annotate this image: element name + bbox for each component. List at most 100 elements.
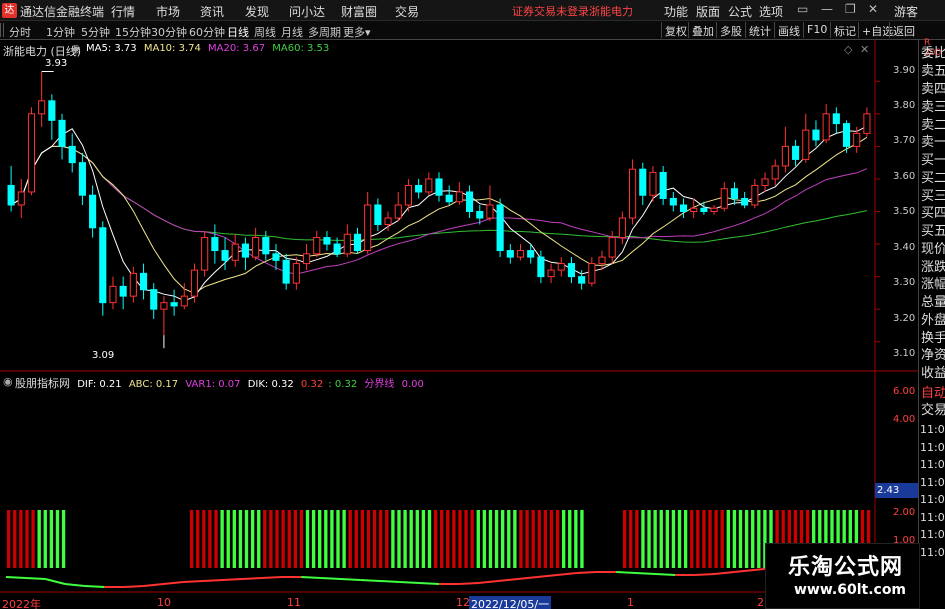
red-bar (519, 510, 523, 568)
y-tick: 3.50 (893, 206, 916, 217)
red-bar (702, 510, 706, 568)
red-bar (19, 510, 23, 568)
back-button[interactable]: 返回 (889, 22, 918, 38)
settings-icon[interactable]: ◉ (71, 42, 81, 55)
green-bar (238, 510, 243, 568)
green-bar (671, 510, 676, 568)
trade-label[interactable]: 交易 (921, 402, 945, 420)
candle-down (537, 256, 545, 278)
x-label: 1 (627, 596, 634, 609)
grip-icon (0, 23, 6, 37)
period-toolbar: 分时 1分钟 5分钟 15分钟 30分钟 60分钟 日线 周线 月线 多周期 更… (0, 21, 945, 40)
ma5-label: MA5: 3.73 (86, 43, 137, 54)
menu-item-caifuquan[interactable]: 财富圈 (341, 3, 377, 20)
red-bar (293, 510, 297, 568)
candle-down (89, 194, 97, 229)
indicator-settings-icon[interactable]: ◉ (3, 375, 13, 388)
red-bar (208, 510, 212, 568)
candle-down (445, 194, 453, 203)
chart-canvas[interactable] (0, 40, 918, 609)
login-warning[interactable]: 证券交易未登录 (512, 3, 589, 19)
candle-down (639, 168, 647, 196)
sell2-label: 卖二 (921, 118, 945, 133)
candle-down (333, 243, 341, 255)
green-bar (311, 510, 316, 568)
candle-down (68, 145, 76, 164)
candle-up (160, 302, 168, 310)
close-icon[interactable]: ✕ (868, 2, 878, 16)
buy1-label: 买一 (921, 153, 945, 168)
dif-segment (5, 576, 26, 579)
menu-item-hangqing[interactable]: 行情 (111, 3, 135, 20)
candle-up (629, 168, 637, 219)
ma10-line (10, 136, 868, 294)
close-panel-icon[interactable]: ✕ (860, 43, 869, 56)
menu-item-gongneng[interactable]: 功能 (664, 3, 688, 20)
green-bar (647, 510, 651, 568)
red-bar (690, 510, 694, 568)
auto-label[interactable]: 自动 (921, 385, 945, 403)
biaoji-button[interactable]: 标记 (830, 22, 859, 38)
red-bar (635, 510, 639, 568)
menu-item-banmian[interactable]: 版面 (696, 3, 720, 20)
fuquan-button[interactable]: 复权 (661, 22, 690, 38)
dif-segment (242, 577, 262, 580)
huaxian-button[interactable]: 画线 (774, 22, 803, 38)
duogu-button[interactable]: 多股 (716, 22, 745, 38)
sell4-label: 卖四 (921, 82, 945, 97)
green-bar (49, 510, 54, 568)
green-bar (305, 510, 310, 568)
dif-segment (261, 576, 282, 579)
menu-item-gongshi[interactable]: 公式 (728, 3, 752, 20)
watermark: 乐淘公式网 www.60lt.com (765, 543, 920, 609)
green-bar (324, 510, 328, 568)
green-bar (482, 510, 487, 568)
period-fenshi[interactable]: 分时 (9, 24, 31, 40)
window-icon[interactable]: ▭ (797, 2, 808, 16)
dif-segment (340, 578, 361, 581)
y-tick: 3.90 (893, 65, 916, 76)
green-bar (500, 510, 505, 568)
green-bar (580, 510, 584, 568)
period-15min[interactable]: 15分钟 (115, 24, 151, 40)
menu-item-wenxiaoda[interactable]: 问小达 (289, 3, 325, 20)
candle-down (741, 197, 749, 206)
period-weekly[interactable]: 周线 (254, 24, 276, 40)
tongji-button[interactable]: 统计 (745, 22, 774, 38)
green-bar (653, 510, 657, 568)
green-bar (403, 510, 407, 568)
ma20-label: MA20: 3.67 (208, 43, 266, 54)
restore-icon[interactable]: ❐ (845, 2, 856, 16)
minimize-icon[interactable]: — (821, 2, 833, 16)
period-1min[interactable]: 1分钟 (46, 24, 75, 40)
dif-segment (222, 578, 243, 581)
f10-button[interactable]: F10 (803, 22, 830, 38)
diamond-icon[interactable]: ◇ (844, 43, 852, 56)
diejia-button[interactable]: 叠加 (688, 22, 717, 38)
candle-down (700, 207, 708, 213)
candle-up (27, 113, 36, 193)
x-label: 2 (757, 596, 764, 609)
menu-item-jiaoyi[interactable]: 交易 (395, 3, 419, 20)
red-bar (708, 510, 712, 568)
period-more[interactable]: 更多▾ (343, 24, 371, 40)
menu-item-xuanxiang[interactable]: 选项 (759, 3, 783, 20)
red-bar (464, 510, 468, 568)
period-monthly[interactable]: 月线 (281, 24, 303, 40)
period-60min[interactable]: 60分钟 (189, 24, 225, 40)
green-bar (391, 510, 395, 568)
period-daily[interactable]: 日线 (227, 24, 249, 40)
boundary-value: 0.00 (401, 379, 424, 390)
candle-down (262, 237, 270, 255)
green-bar (641, 510, 645, 568)
green-bar (488, 510, 493, 568)
menu-item-shichang[interactable]: 市场 (156, 3, 180, 20)
menu-item-faxian[interactable]: 发现 (245, 3, 269, 20)
period-5min[interactable]: 5分钟 (81, 24, 110, 40)
period-30min[interactable]: 30分钟 (151, 24, 187, 40)
menu-item-zixun[interactable]: 资讯 (200, 3, 224, 20)
guest-label[interactable]: 游客 (894, 3, 918, 20)
green-bar (574, 510, 578, 568)
candle-down (669, 197, 677, 206)
period-multi[interactable]: 多周期 (308, 24, 341, 40)
